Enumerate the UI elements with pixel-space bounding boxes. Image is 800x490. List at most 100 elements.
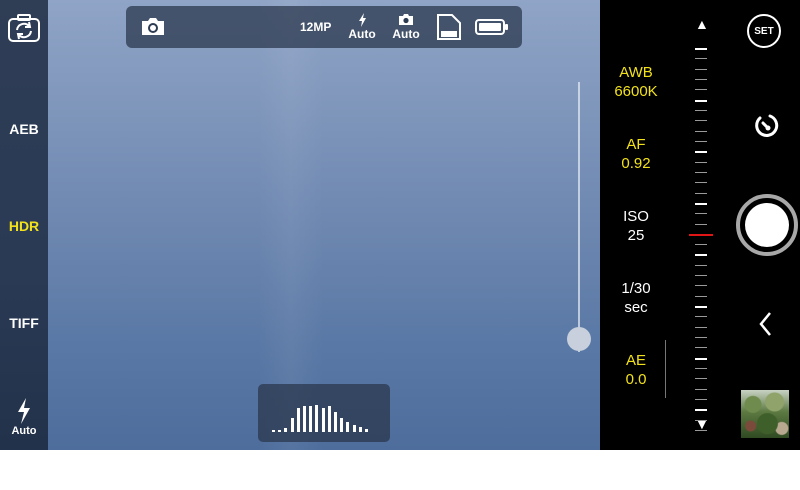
ruler-tick [695,337,707,338]
histogram-bar [309,406,313,432]
ruler-tick [695,203,707,205]
shutter-speed-unit: sec [624,299,648,316]
left-toolbar: AEB HDR TIFF Auto [0,0,48,450]
ruler-tick [695,213,707,214]
histogram-bar [296,408,300,432]
iso-label: ISO [623,208,649,225]
lightning-icon [0,397,48,425]
zoom-slider-thumb[interactable] [567,327,591,351]
ruler-tick [695,296,707,297]
ruler-tick [695,275,707,276]
histogram-bar [284,428,288,432]
ae-control[interactable]: AE 0.0 [600,351,672,389]
ruler-tick [695,265,707,266]
camera-icon [391,13,421,27]
ruler-tick [695,224,707,225]
awb-label: AWB [619,64,653,81]
ae-divider [665,340,666,398]
ruler-tick [695,244,707,245]
ruler-tick [695,409,707,411]
battery-icon [475,18,509,39]
af-control[interactable]: AF 0.92 [600,135,672,173]
ruler-tick [695,285,707,286]
zoom-slider-track[interactable] [578,82,580,352]
flash-status[interactable]: Auto [347,13,377,41]
ruler-tick [695,151,707,153]
histogram-bar [346,422,350,432]
af-label: AF [626,136,646,153]
ruler-tick [695,368,707,369]
camera-rotate-icon[interactable] [6,13,42,43]
iso-control[interactable]: ISO 25 [600,207,672,245]
awb-value: 6600K [614,83,658,100]
value-ruler[interactable] [689,40,713,431]
histogram-bar [340,418,344,432]
capture-status[interactable]: Auto [391,13,421,41]
lightning-icon [347,13,377,27]
resolution-label[interactable]: 12MP [300,20,331,34]
ruler-tick [695,89,707,90]
camera-app: AEB HDR TIFF Auto 12MP Auto Auto AWB 660… [0,0,800,450]
histogram-bar [321,408,325,432]
ae-value: 0.0 [625,371,647,388]
histogram [258,384,390,442]
status-bar: 12MP Auto Auto [126,6,522,48]
aeb-toggle[interactable]: AEB [0,121,48,137]
ruler-tick [695,378,707,379]
ruler-tick [695,58,707,59]
ruler-tick [695,100,707,102]
histogram-bar [334,412,337,432]
sd-card-icon[interactable] [436,13,462,44]
ruler-tick [695,162,707,163]
viewfinder[interactable]: 12MP Auto Auto [48,0,600,450]
ruler-tick [695,120,707,121]
iso-value: 25 [627,227,645,244]
histogram-bar [358,427,362,432]
ruler-tick [695,316,707,317]
capture-status-label: Auto [392,27,420,41]
hdr-toggle[interactable]: HDR [0,218,48,234]
last-photo-thumbnail[interactable] [741,390,789,438]
af-value: 0.92 [621,155,651,172]
ruler-tick [695,172,707,173]
ae-label: AE [625,352,646,369]
histogram-bar [303,406,306,432]
flash-mode-label: Auto [11,425,37,437]
histogram-bar [278,430,282,432]
chevron-left-icon[interactable] [758,311,774,337]
shutter-speed-control[interactable]: 1/30 sec [600,279,672,317]
ruler-tick [695,306,707,308]
ruler-tick [695,399,707,400]
settings-button[interactable]: SET [747,14,781,48]
ruler-tick [695,110,707,111]
histogram-bar [272,430,275,432]
ruler-tick [695,389,707,390]
ruler-tick [695,48,707,50]
shutter-button[interactable] [736,194,798,256]
flash-button[interactable]: Auto [0,397,48,445]
ruler-up-arrow[interactable]: ▲ [695,16,709,32]
ruler-tick [695,193,707,194]
histogram-bar [290,418,294,432]
ruler-tick [695,347,707,348]
ruler-tick [695,254,707,256]
ruler-tick [695,182,707,183]
histogram-bar [365,429,368,432]
flash-status-label: Auto [348,27,376,41]
camera-icon[interactable] [140,15,166,40]
ruler-down-arrow[interactable]: ▼ [695,416,709,432]
ruler-tick [695,131,707,132]
shutter-button-inner [745,203,789,247]
ruler-tick [695,327,707,328]
histogram-bar [352,425,356,432]
ruler-tick [695,79,707,80]
ruler-tick [695,141,707,142]
ruler-tick [695,358,707,360]
awb-control[interactable]: AWB 6600K [600,63,672,101]
self-timer-icon[interactable] [752,112,780,140]
tiff-toggle[interactable]: TIFF [0,315,48,331]
ruler-tick [695,69,707,70]
histogram-bar [327,406,331,432]
ruler-tick [689,234,713,236]
shutter-speed-value: 1/30 [621,280,651,297]
